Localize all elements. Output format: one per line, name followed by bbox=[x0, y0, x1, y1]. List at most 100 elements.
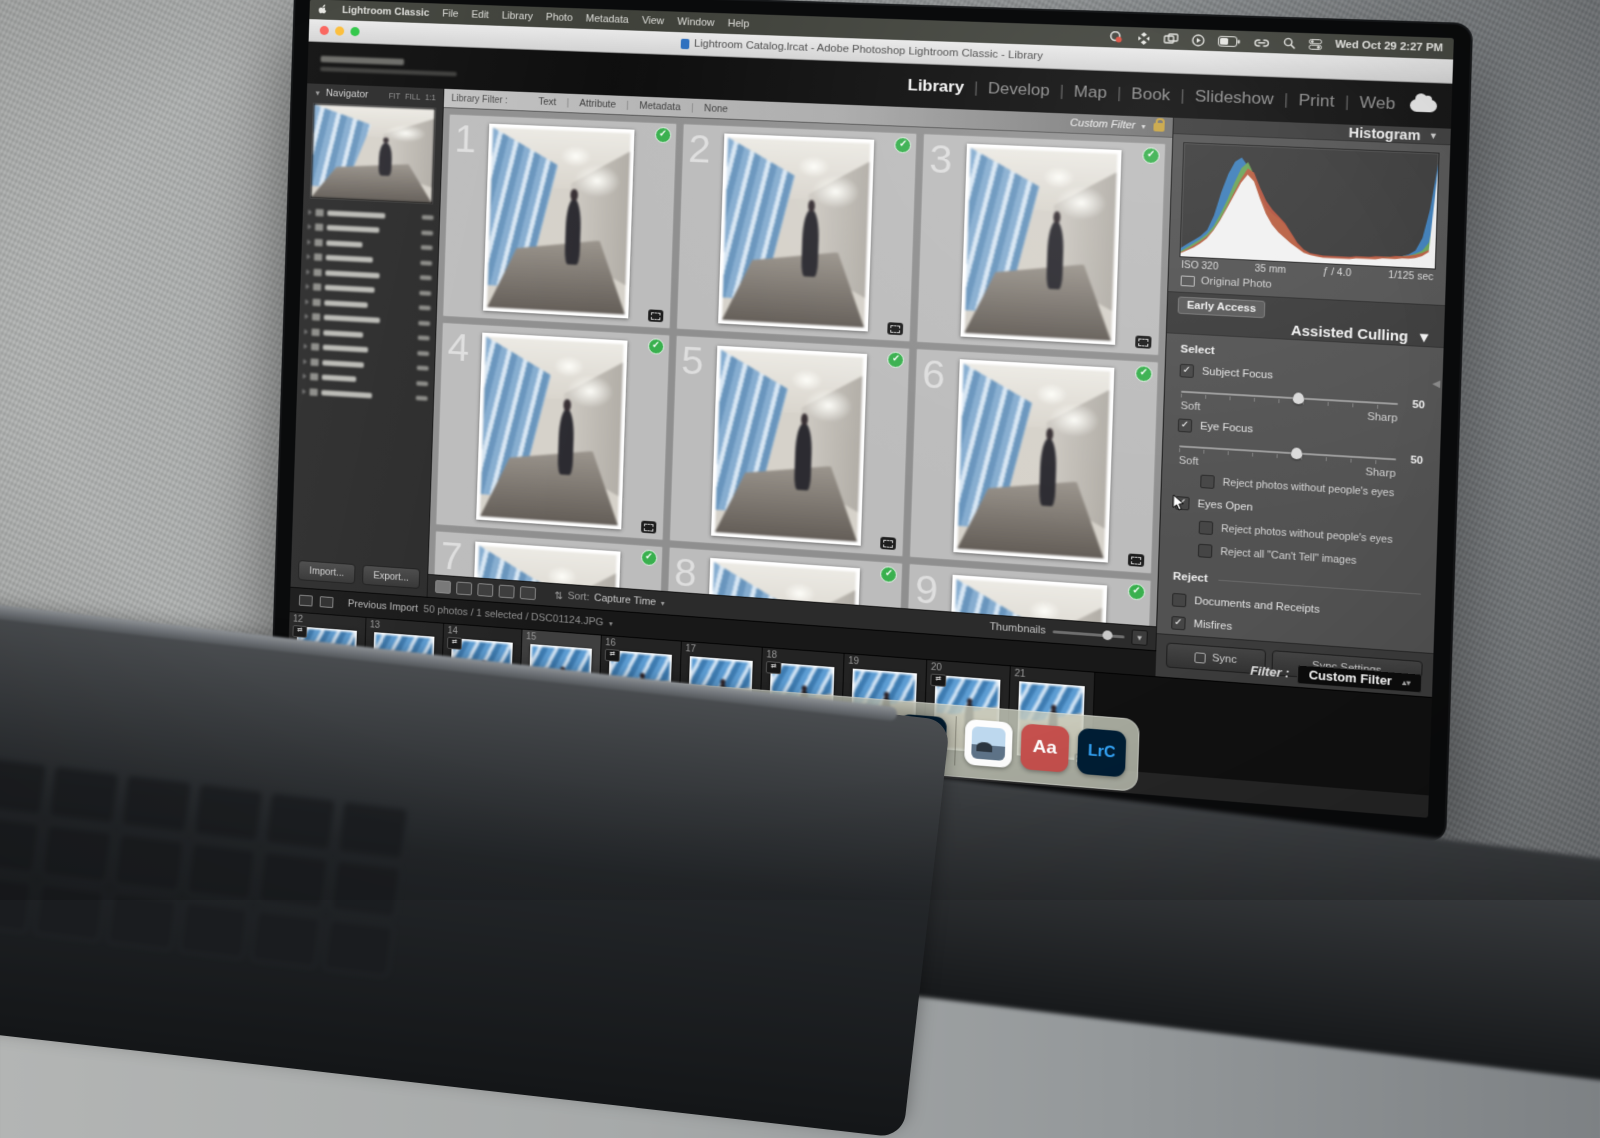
module-map[interactable]: Map bbox=[1074, 82, 1108, 102]
misfires-checkbox[interactable] bbox=[1171, 616, 1186, 630]
histogram-panel[interactable] bbox=[1179, 142, 1439, 269]
zoom-1-1[interactable]: 1:1 bbox=[425, 93, 436, 103]
shottr-icon[interactable] bbox=[1137, 32, 1150, 45]
picked-check-badge[interactable]: ✓ bbox=[655, 127, 672, 143]
export-button[interactable]: Export... bbox=[362, 565, 420, 589]
zoom-fill[interactable]: FILL bbox=[405, 92, 421, 102]
link-icon[interactable] bbox=[1253, 37, 1270, 48]
crop-badge-icon[interactable] bbox=[1128, 553, 1144, 567]
folder-item[interactable] bbox=[306, 281, 432, 298]
right-panel-toggle-icon[interactable]: ◀ bbox=[1432, 379, 1440, 390]
reject-cant-tell-checkbox[interactable] bbox=[1198, 544, 1213, 558]
menu-metadata[interactable]: Metadata bbox=[586, 13, 629, 26]
module-library[interactable]: Library bbox=[907, 76, 964, 97]
second-window-icon[interactable] bbox=[320, 596, 334, 608]
picked-check-badge[interactable]: ✓ bbox=[887, 351, 904, 368]
compare-view-icon[interactable] bbox=[477, 583, 493, 597]
folder-item[interactable] bbox=[308, 207, 434, 223]
filter-lock-icon[interactable] bbox=[1153, 122, 1164, 131]
grid-cell-4[interactable]: 4✓ bbox=[435, 322, 669, 541]
grid-cell-3[interactable]: 3✓ bbox=[917, 133, 1167, 356]
filter-tab-text[interactable]: Text bbox=[532, 96, 563, 108]
screen-record-icon[interactable] bbox=[1108, 31, 1124, 43]
photos-icon[interactable] bbox=[964, 719, 1013, 768]
folder-item[interactable] bbox=[303, 371, 429, 388]
early-access-badge: Early Access bbox=[1178, 296, 1266, 318]
picked-check-badge[interactable]: ✓ bbox=[1128, 583, 1146, 600]
documents-checkbox[interactable] bbox=[1172, 593, 1187, 607]
apple-menu-icon[interactable] bbox=[318, 3, 329, 16]
folder-item[interactable] bbox=[305, 296, 431, 313]
crop-badge-icon[interactable] bbox=[1135, 335, 1151, 348]
filter-tab-metadata[interactable]: Metadata bbox=[633, 100, 688, 113]
toolbar-options-icon[interactable]: ▼ bbox=[1131, 629, 1148, 645]
zoom-fit[interactable]: FIT bbox=[389, 91, 401, 101]
menu-edit[interactable]: Edit bbox=[471, 9, 489, 21]
menu-view[interactable]: View bbox=[642, 15, 665, 27]
picked-check-badge[interactable]: ✓ bbox=[648, 338, 665, 355]
reject-without-eyes-checkbox-1[interactable] bbox=[1200, 475, 1215, 489]
import-button[interactable]: Import... bbox=[298, 560, 356, 584]
menu-bar-clock[interactable]: Wed Oct 29 2:27 PM bbox=[1335, 39, 1443, 54]
sort-direction-icon[interactable]: ⇅ bbox=[554, 589, 563, 602]
picked-check-badge[interactable]: ✓ bbox=[641, 549, 658, 566]
grid-cell-6[interactable]: 6✓ bbox=[909, 348, 1158, 574]
play-icon[interactable] bbox=[1191, 33, 1205, 46]
grid-view-icon[interactable] bbox=[435, 580, 451, 594]
folder-item[interactable] bbox=[305, 311, 431, 328]
folder-item[interactable] bbox=[302, 386, 428, 404]
folder-item[interactable] bbox=[308, 222, 434, 238]
screenshot-icon[interactable] bbox=[1163, 33, 1178, 45]
grid-cell-2[interactable]: 2✓ bbox=[676, 123, 918, 342]
battery-icon[interactable] bbox=[1217, 35, 1240, 46]
module-print[interactable]: Print bbox=[1298, 91, 1335, 112]
module-develop[interactable]: Develop bbox=[988, 79, 1050, 100]
picked-check-badge[interactable]: ✓ bbox=[895, 137, 912, 154]
filter-tab-attribute[interactable]: Attribute bbox=[573, 98, 623, 111]
folder-item[interactable] bbox=[307, 252, 433, 268]
crop-badge-icon[interactable] bbox=[648, 309, 663, 322]
module-slideshow[interactable]: Slideshow bbox=[1195, 87, 1274, 109]
picked-check-badge[interactable]: ✓ bbox=[1135, 365, 1153, 382]
thumbnails-slider[interactable] bbox=[1053, 630, 1125, 638]
module-book[interactable]: Book bbox=[1131, 84, 1171, 105]
filter-tab-none[interactable]: None bbox=[697, 103, 735, 116]
control-center-icon[interactable] bbox=[1308, 38, 1322, 49]
menu-window[interactable]: Window bbox=[677, 16, 714, 28]
module-web[interactable]: Web bbox=[1359, 93, 1395, 114]
primary-window-icon[interactable] bbox=[299, 595, 313, 607]
menu-file[interactable]: File bbox=[442, 8, 459, 20]
eyes-open-checkbox[interactable] bbox=[1175, 496, 1190, 510]
picked-check-badge[interactable]: ✓ bbox=[880, 566, 897, 583]
slider-thumb[interactable] bbox=[1293, 392, 1305, 404]
library-filter-preset[interactable]: Custom Filter ▾ bbox=[1070, 117, 1165, 132]
lightroom-classic-icon[interactable]: LrC bbox=[1077, 728, 1127, 778]
picked-check-badge[interactable]: ✓ bbox=[1142, 147, 1160, 164]
people-view-icon[interactable] bbox=[520, 586, 536, 600]
fonts-icon[interactable]: Aa bbox=[1020, 723, 1069, 772]
folder-item[interactable] bbox=[307, 237, 433, 253]
menu-photo[interactable]: Photo bbox=[546, 12, 573, 24]
folder-item[interactable] bbox=[304, 341, 430, 358]
loupe-view-icon[interactable] bbox=[456, 582, 472, 596]
eye-focus-checkbox[interactable] bbox=[1178, 418, 1193, 432]
crop-badge-icon[interactable] bbox=[641, 521, 656, 534]
reject-without-eyes-checkbox-2[interactable] bbox=[1199, 521, 1214, 535]
slider-thumb[interactable] bbox=[1291, 447, 1303, 459]
folder-item[interactable] bbox=[306, 267, 432, 284]
survey-view-icon[interactable] bbox=[499, 585, 515, 599]
search-icon[interactable] bbox=[1283, 37, 1296, 49]
navigator-preview[interactable] bbox=[311, 104, 436, 204]
folder-item[interactable] bbox=[304, 326, 430, 343]
crop-badge-icon[interactable] bbox=[880, 537, 896, 550]
folder-item[interactable] bbox=[303, 356, 429, 373]
crop-badge-icon[interactable] bbox=[888, 322, 904, 335]
cloud-sync-icon[interactable] bbox=[1410, 98, 1437, 112]
subject-focus-checkbox[interactable] bbox=[1180, 364, 1195, 378]
grid-cell-5[interactable]: 5✓ bbox=[669, 335, 911, 557]
menu-library[interactable]: Library bbox=[502, 10, 533, 22]
grid-cell-1[interactable]: 1✓ bbox=[442, 114, 677, 329]
menu-help[interactable]: Help bbox=[728, 18, 750, 30]
menu-app[interactable]: Lightroom Classic bbox=[342, 5, 430, 19]
sort-control[interactable]: ⇅ Sort: Capture Time ▾ bbox=[554, 589, 665, 609]
